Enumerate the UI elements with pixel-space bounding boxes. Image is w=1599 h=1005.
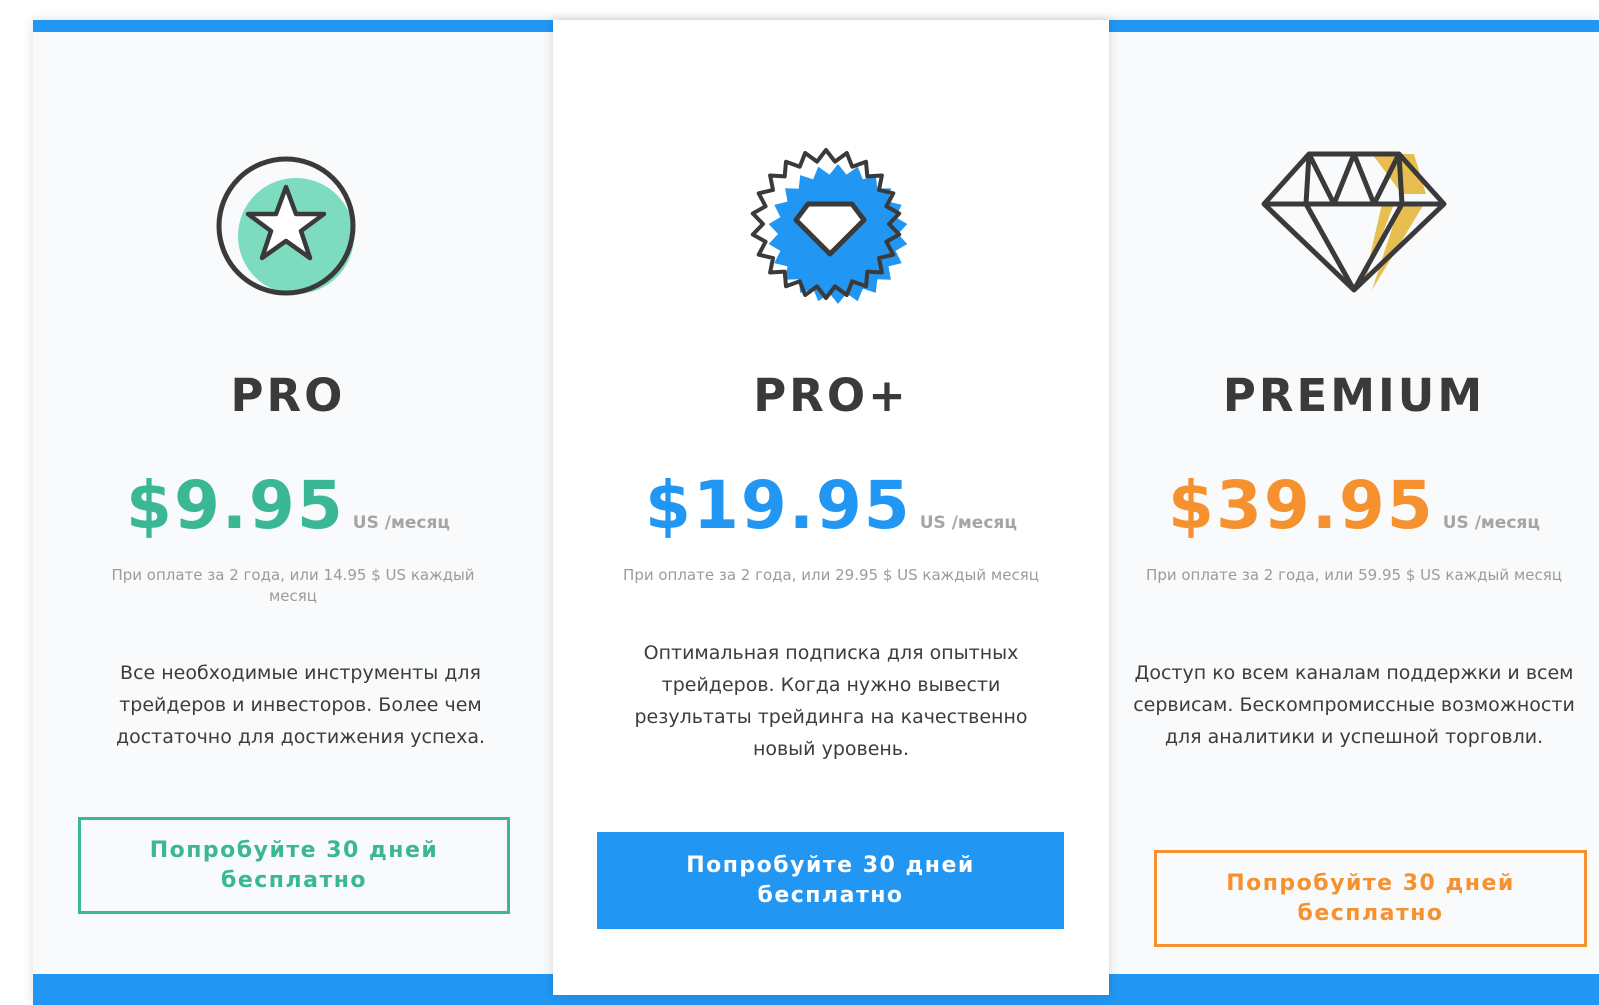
plan-card-pro-plus: PRO+ $19.95 US /месяц При оплате за 2 го… — [553, 20, 1109, 995]
plan-title: PREMIUM — [1222, 369, 1486, 422]
cta-label-line2: бесплатно — [220, 867, 368, 893]
billing-note: При оплате за 2 года, или 29.95 $ US каж… — [623, 566, 1039, 584]
try-free-button-pro-plus[interactable]: Попробуйте 30 дней бесплатно — [597, 832, 1064, 929]
billing-note: При оплате за 2 года, или 14.95 $ US каж… — [111, 566, 475, 605]
cta-label-line1: Попробуйте 30 дней — [686, 852, 975, 878]
cta-label-line1: Попробуйте 30 дней — [149, 837, 439, 863]
plan-description: Все необходимые инструменты для трейдеро… — [115, 662, 486, 748]
price-unit: US /месяц — [1442, 513, 1540, 533]
cta-label-line1: Попробуйте 30 дней — [1226, 870, 1515, 896]
diamond-icon — [1109, 142, 1599, 302]
diamond-seal-icon — [553, 142, 1109, 304]
plan-description: Доступ ко всем каналам поддержки и всем … — [1133, 662, 1575, 748]
cta-label-line2: бесплатно — [1297, 900, 1444, 926]
price-amount: $39.95 — [1168, 467, 1435, 544]
price-amount: $9.95 — [126, 467, 345, 544]
price-row: $19.95 US /месяц — [553, 467, 1109, 544]
cta-label-line2: бесплатно — [757, 882, 904, 908]
plan-card-premium: PREMIUM $39.95 US /месяц При оплате за 2… — [1109, 32, 1599, 974]
try-free-button-pro[interactable]: Попробуйте 30 дней бесплатно — [78, 817, 510, 914]
plan-card-pro: PRO $9.95 US /месяц При оплате за 2 года… — [33, 32, 543, 974]
price-amount: $19.95 — [645, 467, 912, 544]
price-row: $9.95 US /месяц — [33, 467, 543, 544]
plan-title: PRO — [230, 369, 346, 422]
try-free-button-premium[interactable]: Попробуйте 30 дней бесплатно — [1154, 850, 1587, 947]
plan-title: PRO+ — [753, 369, 909, 422]
price-row: $39.95 US /месяц — [1109, 467, 1599, 544]
plan-description: Оптимальная подписка для опытных трейдер… — [634, 642, 1028, 760]
price-unit: US /месяц — [919, 513, 1017, 533]
price-unit: US /месяц — [352, 513, 450, 533]
star-badge-icon — [33, 142, 543, 302]
billing-note: При оплате за 2 года, или 59.95 $ US каж… — [1146, 566, 1562, 584]
